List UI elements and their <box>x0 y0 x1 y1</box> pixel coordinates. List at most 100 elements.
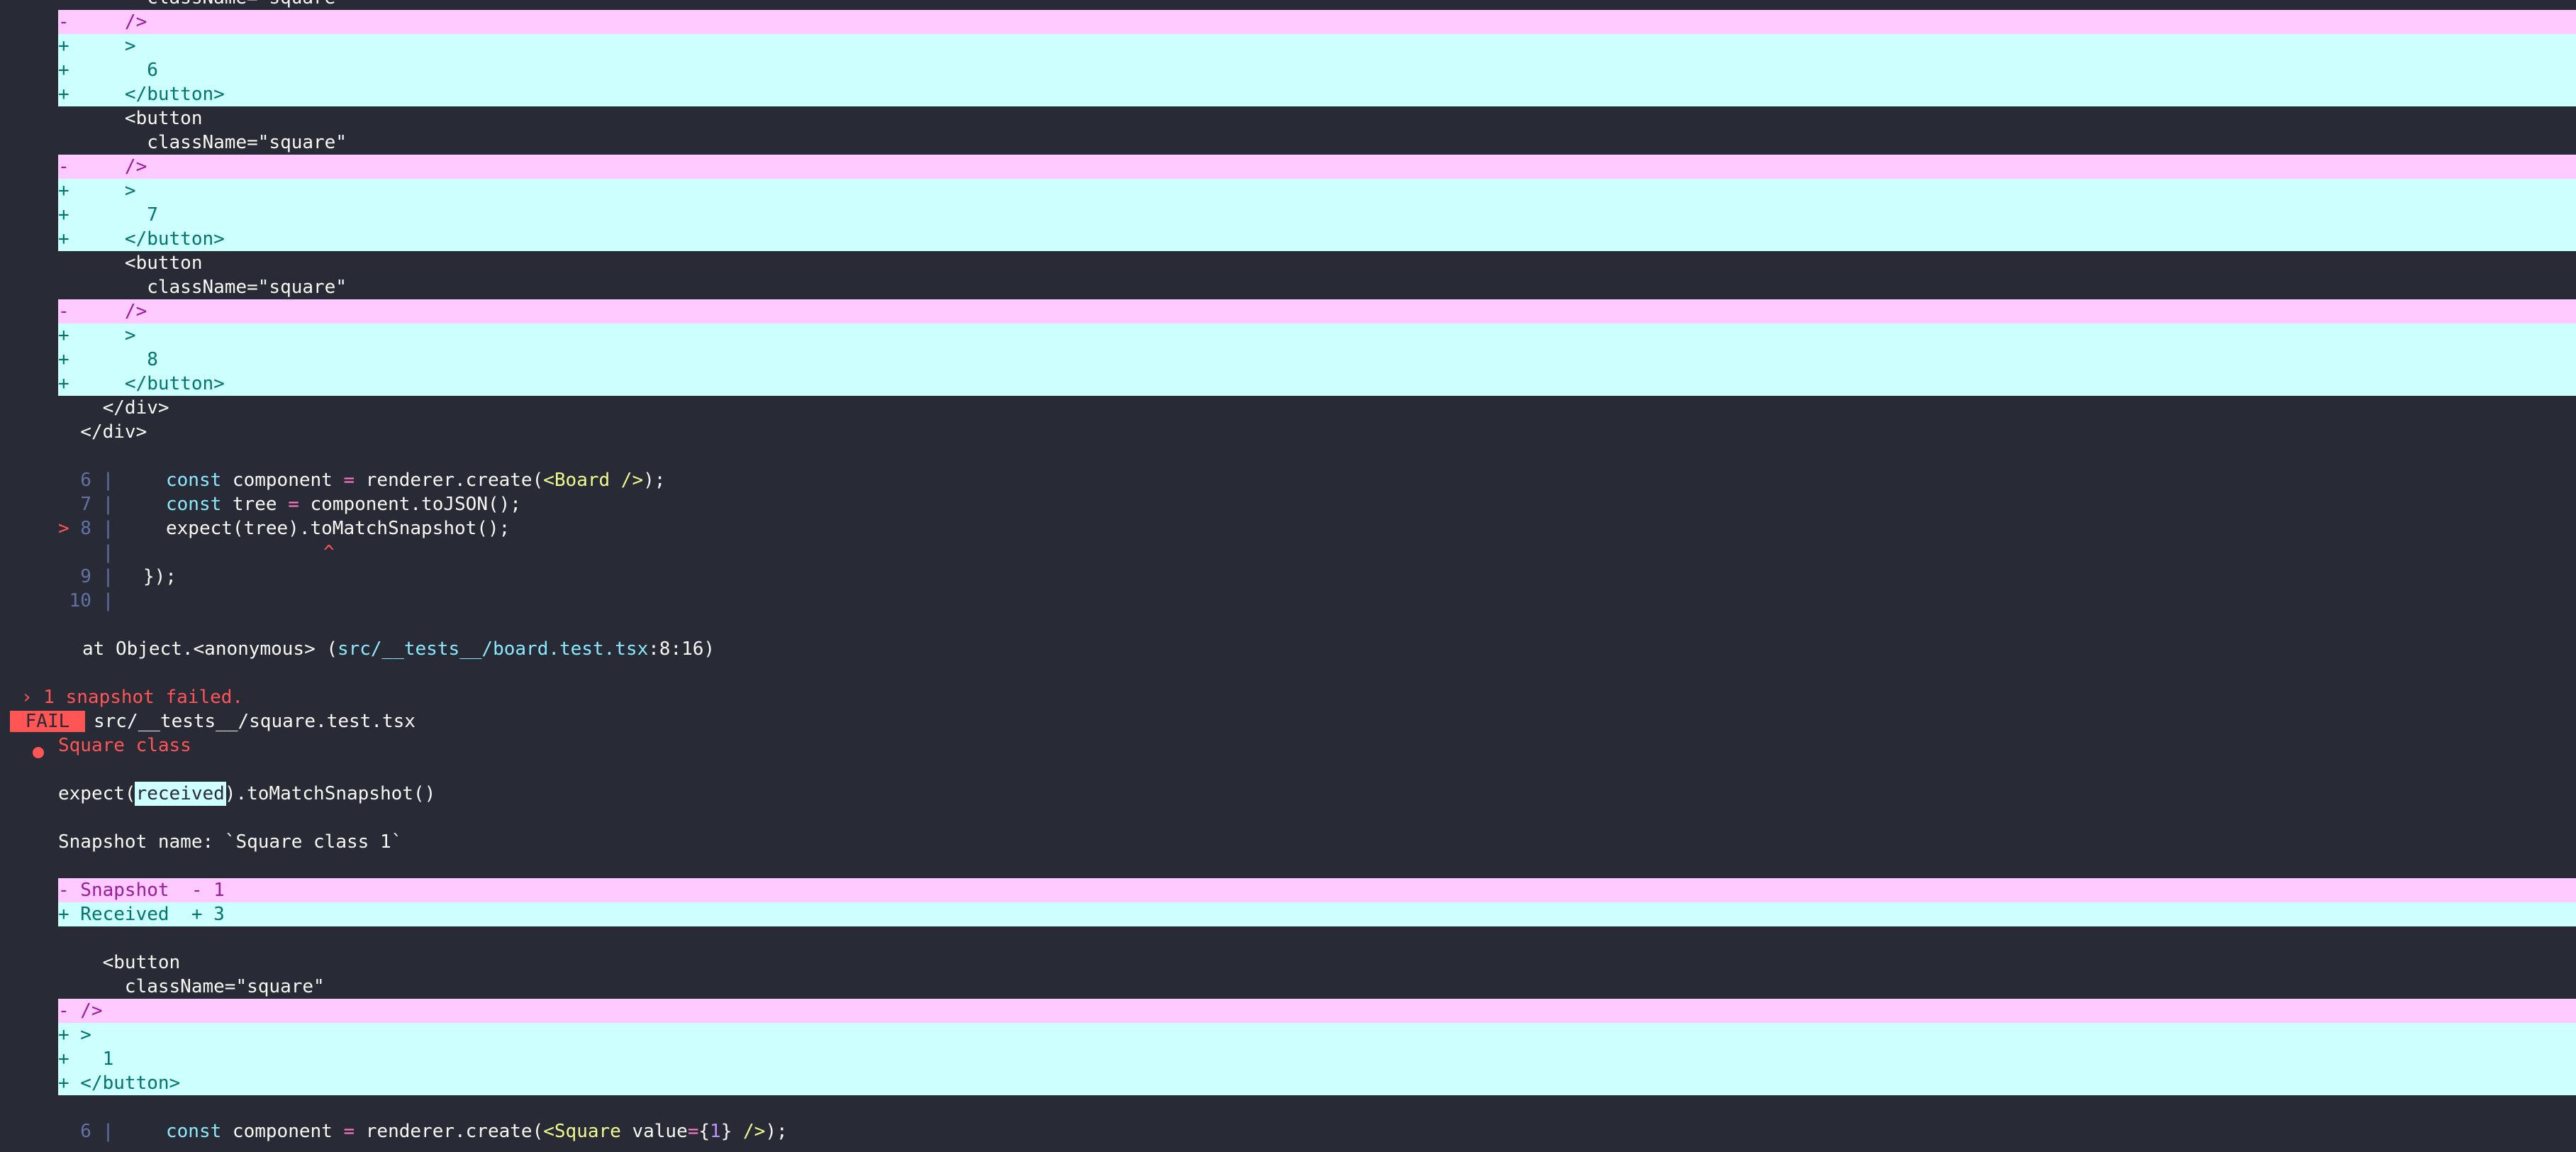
removed-line-band <box>58 10 2576 34</box>
code-text: }); <box>143 566 177 587</box>
code-frame2-line-6: 6 | const component = renderer.create(<S… <box>0 1119 2576 1143</box>
diff-line-9: + 7 <box>0 203 2576 227</box>
terminal-text: = <box>687 1121 699 1142</box>
terminal-text: ).toMatchSnapshot() <box>224 783 436 804</box>
failure-dot-icon <box>33 746 44 758</box>
terminal-text: value <box>620 1121 688 1142</box>
failed-test-file: src/__tests__/square.test.tsx <box>94 711 416 732</box>
code-frame-line-10: 10 | <box>0 589 2576 613</box>
line-number: 9 | <box>58 566 125 587</box>
diff-line-text: + 8 <box>58 349 158 370</box>
test-name: Square class <box>58 735 191 756</box>
diff-line-text: + > <box>58 35 136 57</box>
terminal-text: = <box>288 494 299 515</box>
diff-line-text: + Received + 3 <box>58 904 225 925</box>
diff-line-text: - /> <box>58 11 147 33</box>
diff-line-text: className="square" <box>58 277 347 298</box>
diff-line-text: - /> <box>58 156 147 177</box>
line-number: | <box>58 542 114 563</box>
terminal-output: className="square"- />+ >+ 6+ </button> … <box>0 0 2576 1152</box>
diff-line-text: className="square" <box>58 0 347 10</box>
added-line-band <box>58 1047 2576 1071</box>
code-text: const tree = component.toJSON(); <box>166 492 521 516</box>
diff-line-5: <button <box>0 106 2576 131</box>
received-highlight: received <box>134 782 226 806</box>
diff-line-15: + 8 <box>0 348 2576 372</box>
terminal-text: component <box>221 470 344 491</box>
diff-line-17: </div> <box>0 396 2576 420</box>
terminal-text: <Square <box>543 1121 621 1142</box>
line-number: 8 | <box>58 518 136 539</box>
removed-line-band <box>58 155 2576 179</box>
terminal-text: <Board /> <box>543 470 644 491</box>
diff-line-text: + 7 <box>58 204 158 226</box>
diff-line-16: + </button> <box>0 372 2576 396</box>
diff-line-1: - /> <box>0 10 2576 34</box>
terminal-text: renderer.create( <box>355 470 544 491</box>
terminal-text: const <box>166 494 222 515</box>
diff-line-text: - Snapshot - 1 <box>58 880 225 901</box>
diff-line-2: + > <box>0 34 2576 58</box>
added-line-band <box>58 227 2576 251</box>
added-line-band <box>58 34 2576 58</box>
added-line-band <box>58 1023 2576 1047</box>
terminal-text: component <box>221 1121 344 1142</box>
removed-line-band <box>58 999 2576 1023</box>
terminal-text: = <box>343 470 355 491</box>
diff2-line-0: <button <box>0 951 2576 975</box>
diff2-line-4: + 1 <box>0 1047 2576 1071</box>
code-frame-line-8: > 8 | expect(tree).toMatchSnapshot(); <box>0 516 2576 541</box>
diff-line-18: </div> <box>0 420 2576 444</box>
added-line-band <box>58 323 2576 348</box>
diff-line-4: + </button> <box>0 82 2576 106</box>
diff-line-8: + > <box>0 179 2576 203</box>
legend-snapshot: - Snapshot - 1 <box>0 878 2576 902</box>
code-text: expect(tree).toMatchSnapshot(); <box>166 518 511 539</box>
test-name-line: Square class <box>0 733 2576 758</box>
diff-line-3: + 6 <box>0 58 2576 82</box>
added-line-band <box>58 1071 2576 1095</box>
removed-line-band <box>58 299 2576 323</box>
line-number: 10 | <box>58 590 114 611</box>
code-frame-caret: | ^ <box>0 541 2576 565</box>
added-line-band <box>58 902 2576 926</box>
stack-path: src/__tests__/board.test.tsx <box>337 638 649 660</box>
terminal-text: tree <box>221 494 289 515</box>
stack-prefix: at Object.<anonymous> ( <box>82 638 338 660</box>
expect-text: expect(received).toMatchSnapshot() <box>58 782 435 806</box>
stack-pos: :8:16) <box>648 638 715 660</box>
diff-line-7: - /> <box>0 155 2576 179</box>
diff-line-text: <button <box>58 253 203 274</box>
diff-line-text: + </button> <box>58 228 225 250</box>
terminal-text: expect( <box>58 783 136 804</box>
diff-line-text: + </button> <box>58 373 225 394</box>
diff-line-text: <button <box>58 952 181 973</box>
diff-line-text: + > <box>58 180 136 201</box>
diff-line-text: className="square" <box>58 976 325 997</box>
diff-line-13: - /> <box>0 299 2576 323</box>
snapshot-failed-summary: › 1 snapshot failed. <box>21 687 244 708</box>
diff2-line-5: + </button> <box>0 1071 2576 1095</box>
added-line-band <box>58 82 2576 106</box>
diff-line-11: <button <box>0 251 2576 275</box>
expect-line: expect(received).toMatchSnapshot() <box>0 782 2576 806</box>
diff-line-text: + > <box>58 1024 91 1046</box>
diff-line-text: </div> <box>58 421 147 443</box>
snapshot-name-text: Snapshot name: `Square class 1` <box>58 831 403 853</box>
added-line-band <box>58 372 2576 396</box>
diff-line-12: className="square" <box>0 275 2576 299</box>
diff-line-0: className="square" <box>0 0 2576 10</box>
diff-line-text: + 6 <box>58 60 158 81</box>
fail-badge: FAIL <box>10 711 85 732</box>
diff-line-text: </div> <box>58 397 169 419</box>
diff-line-text: + </button> <box>58 84 225 105</box>
diff2-line-3: + > <box>0 1023 2576 1047</box>
line-number: 7 | <box>58 494 136 515</box>
terminal-text: const <box>166 470 222 491</box>
terminal-text: 1 <box>710 1121 721 1142</box>
code-text: const component = renderer.create(<Squar… <box>166 1119 788 1143</box>
line-number: 6 | <box>58 470 136 491</box>
legend-received: + Received + 3 <box>0 902 2576 926</box>
added-line-band <box>58 203 2576 227</box>
diff-line-text: + > <box>58 325 136 346</box>
